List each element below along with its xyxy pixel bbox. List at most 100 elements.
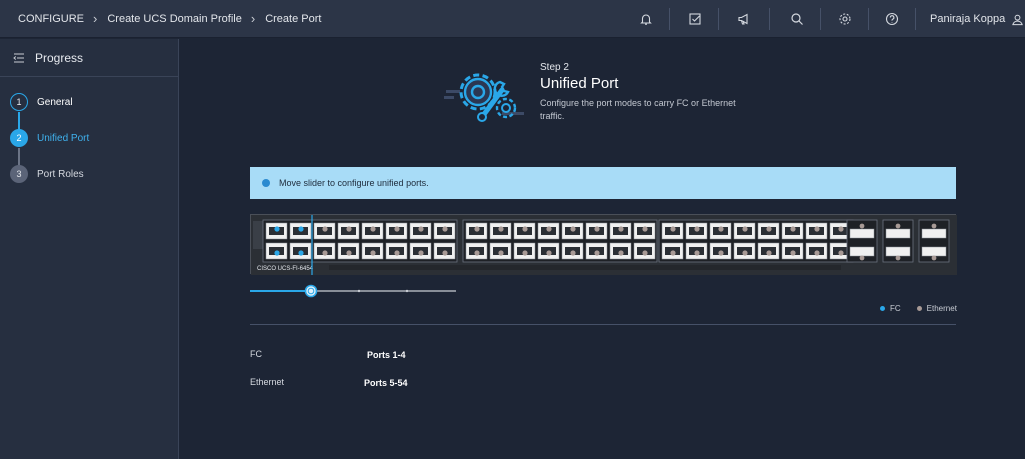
ethernet-port-led (766, 226, 772, 232)
fc-port-led (274, 250, 280, 256)
gear-wrench-illustration (442, 60, 532, 128)
ethernet-port-led (694, 226, 700, 232)
ethernet-summary-value: Ports 5-54 (364, 378, 408, 388)
chevron-right-icon: › (93, 11, 98, 26)
qsfp-port (921, 246, 947, 257)
ethernet-port-led (742, 226, 748, 232)
gear-icon[interactable] (836, 10, 854, 28)
slider-handle[interactable] (304, 284, 318, 298)
legend-fc-label: FC (890, 304, 901, 313)
ethernet-port-led (718, 226, 724, 232)
sidebar-title: Progress (35, 50, 84, 65)
divider (718, 8, 719, 30)
ethernet-port-led (474, 250, 480, 256)
ethernet-legend-dot (916, 306, 922, 311)
sidebar-step-port-roles[interactable]: 3 Port Roles (10, 165, 84, 183)
divider (769, 8, 770, 30)
qsfp-port (849, 228, 875, 239)
progress-sidebar: Progress 1 General 2 Unified Port 3 Port… (0, 39, 179, 459)
ethernet-port-led (570, 250, 576, 256)
sidebar-header: Progress (0, 39, 178, 77)
collapse-menu-icon[interactable] (13, 53, 25, 63)
divider (915, 8, 916, 30)
port-mode-legend: FC Ethernet (880, 304, 957, 313)
sidebar-step-general[interactable]: 1 General (10, 93, 73, 111)
step-indicator: Step 2 (540, 62, 569, 73)
step-number: 3 (10, 165, 28, 183)
ethernet-port-led (718, 250, 724, 256)
ethernet-port-led (895, 223, 901, 229)
ethernet-port-led (594, 226, 600, 232)
ethernet-port-led (594, 250, 600, 256)
ethernet-port-led (814, 226, 820, 232)
step-number: 1 (10, 93, 28, 111)
step-label: Port Roles (37, 168, 84, 180)
ethernet-port-led (474, 226, 480, 232)
page-description: Configure the port modes to carry FC or … (540, 98, 736, 121)
qsfp-port (885, 228, 911, 239)
divider (250, 324, 956, 325)
fc-port-led (274, 226, 280, 232)
info-banner: Move slider to configure unified ports. (250, 167, 956, 199)
ethernet-port-led (522, 250, 528, 256)
ethernet-port-led (442, 250, 448, 256)
unified-port-slider[interactable] (250, 284, 456, 298)
breadcrumb: CONFIGURE › Create UCS Domain Profile › … (18, 0, 321, 38)
ethernet-port-led (790, 226, 796, 232)
ethernet-port-led (694, 250, 700, 256)
ethernet-port-led (346, 250, 352, 256)
fc-summary-label: FC (250, 349, 262, 359)
ethernet-port-led (838, 226, 844, 232)
ethernet-port-led (394, 226, 400, 232)
switch-status-leds (253, 221, 263, 249)
ethernet-port-led (522, 226, 528, 232)
user-menu[interactable]: Paniraja Koppa (930, 0, 1024, 38)
ethernet-port-led (498, 226, 504, 232)
ethernet-port-led (931, 255, 937, 261)
ethernet-port-led (642, 250, 648, 256)
ethernet-port-led (570, 226, 576, 232)
fc-port-led (298, 250, 304, 256)
ethernet-port-led (322, 226, 328, 232)
ethernet-port-led (670, 250, 676, 256)
checklist-icon[interactable] (686, 10, 704, 28)
ethernet-port-led (642, 226, 648, 232)
legend-ethernet-label: Ethernet (926, 304, 957, 313)
fc-port-led (298, 226, 304, 232)
info-icon (262, 179, 270, 187)
ethernet-port-led (322, 250, 328, 256)
switch-ports-graphic: CISCO UCS-FI-6454 (251, 215, 957, 275)
help-icon[interactable] (883, 10, 901, 28)
user-name: Paniraja Koppa (930, 13, 1006, 25)
step-connector (18, 112, 20, 130)
breadcrumb-create-port: Create Port (265, 13, 322, 25)
fc-legend-dot (880, 306, 885, 311)
ethernet-port-led (766, 250, 772, 256)
breadcrumb-create-ucs-domain-profile[interactable]: Create UCS Domain Profile (107, 13, 242, 25)
ethernet-port-led (346, 226, 352, 232)
info-banner-text: Move slider to configure unified ports. (279, 178, 429, 188)
switch-vent-strip (329, 265, 841, 270)
megaphone-icon[interactable] (735, 10, 753, 28)
ethernet-port-led (370, 250, 376, 256)
ethernet-port-led (618, 226, 624, 232)
ethernet-port-led (370, 226, 376, 232)
chevron-right-icon: › (250, 11, 256, 26)
bell-icon[interactable] (637, 10, 655, 28)
ethernet-port-led (546, 226, 552, 232)
ethernet-port-led (895, 255, 901, 261)
ethernet-port-led (814, 250, 820, 256)
ethernet-port-led (790, 250, 796, 256)
step-label: General (37, 96, 73, 108)
search-icon[interactable] (788, 10, 806, 28)
step-label: Unified Port (37, 132, 90, 144)
sidebar-step-unified-port[interactable]: 2 Unified Port (10, 129, 89, 147)
ethernet-port-led (442, 226, 448, 232)
switch-model-label: CISCO UCS-FI-6454 (257, 266, 314, 272)
switch-front-panel: CISCO UCS-FI-6454 (250, 214, 957, 275)
breadcrumb-configure[interactable]: CONFIGURE (18, 13, 84, 25)
divider (868, 8, 869, 30)
ethernet-port-led (498, 250, 504, 256)
ethernet-port-led (838, 250, 844, 256)
ethernet-port-led (418, 226, 424, 232)
